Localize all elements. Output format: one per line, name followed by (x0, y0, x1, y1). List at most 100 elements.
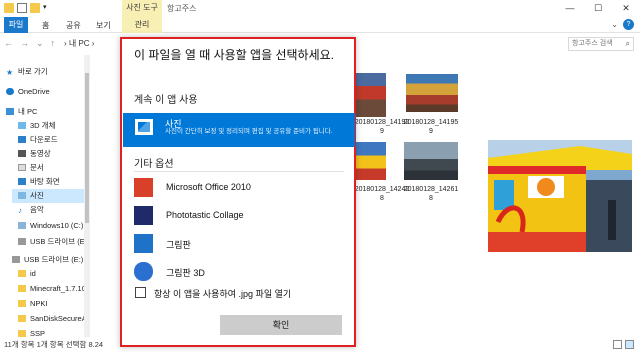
search-icon: ⌕ (625, 39, 630, 48)
thumbnail-view-icon[interactable] (625, 340, 634, 349)
app-option-office[interactable]: Microsoft Office 2010 (134, 177, 349, 197)
music-icon: ♪ (18, 206, 22, 215)
folder-icon[interactable] (30, 3, 40, 13)
search-input[interactable]: 항고주스 검색 ⌕ (568, 37, 634, 51)
drive-icon (18, 222, 26, 229)
cloud-icon (6, 88, 14, 95)
pc-icon (6, 108, 14, 115)
app-option-paint[interactable]: 그림판 (134, 233, 349, 253)
download-icon (18, 136, 26, 143)
sidebar-item-usb-1[interactable]: USB 드라이브 (E: (18, 235, 108, 249)
address-path[interactable]: › 내 PC › (64, 37, 124, 51)
dialog-title: 이 파일을 열 때 사용할 앱을 선택하세요. (134, 48, 334, 62)
folder-icon (18, 270, 26, 277)
title-bar: ▾ 사진 도구 항고주스 — ☐ ✕ (0, 0, 640, 16)
back-icon[interactable]: ← (4, 38, 13, 49)
other-options-heading: 기타 옵션 (134, 159, 174, 170)
sidebar-item-drive-c[interactable]: Windows10 (C:) (18, 219, 108, 233)
folder-icon (4, 3, 14, 13)
pictures-icon (18, 192, 26, 199)
document-icon (18, 164, 26, 171)
sidebar-item-folder-id[interactable]: id (18, 267, 108, 281)
minimize-button[interactable]: — (556, 0, 584, 16)
window-title: 항고주스 (167, 4, 197, 13)
quick-access-toolbar: ▾ (4, 3, 49, 13)
folder-icon (18, 315, 26, 322)
checkbox-box[interactable] (135, 287, 146, 298)
app-name: 그림판 3D (166, 268, 205, 278)
chevron-down-icon[interactable]: ⌄ (36, 38, 44, 49)
ribbon-tabs: 파일 홈 공유 보기 관리 ⌄ ? (0, 16, 640, 33)
keep-using-heading: 계속 이 앱 사용 (134, 95, 198, 106)
sidebar-scrollbar-thumb[interactable] (85, 73, 89, 223)
office-icon (134, 178, 153, 197)
always-use-checkbox[interactable]: 항상 이 앱을 사용하여 .jpg 파일 열기 (134, 286, 349, 300)
up-icon[interactable]: ↑ (51, 38, 56, 49)
file-label: 20180128_14261 8 (403, 186, 459, 202)
app-option-paint3d[interactable]: 그림판 3D (134, 261, 349, 281)
tab-home[interactable]: 홈 (42, 18, 49, 33)
usb-icon (18, 238, 26, 245)
maximize-button[interactable]: ☐ (584, 0, 612, 16)
nav-buttons: ← → ⌄ ↑ (4, 38, 55, 49)
help-icon[interactable]: ? (623, 19, 634, 30)
preview-photo (488, 140, 632, 252)
paint-icon (134, 234, 153, 253)
context-tab-label: 사진 도구 (122, 0, 162, 16)
sidebar-item-downloads[interactable]: 다운로드 (18, 133, 108, 147)
photos-app-icon (135, 119, 153, 135)
sidebar-item-onedrive[interactable]: OneDrive (6, 85, 96, 99)
file-label: 20180128_14195 9 (403, 119, 459, 135)
app-name: Microsoft Office 2010 (166, 182, 251, 192)
app-option-phototastic[interactable]: Phototastic Collage (134, 205, 349, 225)
window-controls: — ☐ ✕ (556, 0, 640, 16)
sidebar-item-folder-npki[interactable]: NPKI (18, 297, 108, 311)
chevron-down-icon[interactable]: ▾ (43, 3, 49, 13)
sidebar-item-3d-objects[interactable]: 3D 개체 (18, 119, 108, 133)
folder-icon (18, 285, 26, 292)
paint3d-icon (134, 262, 153, 281)
star-icon: ★ (6, 68, 14, 77)
checkmark-icon[interactable] (17, 3, 27, 13)
status-text: 11개 항목 1개 항목 선택함 8.24 (4, 340, 104, 349)
video-icon (18, 150, 26, 157)
collage-icon (134, 206, 153, 225)
app-description: 사진이 간단히 보정 및 정리되며 편집 및 공유할 준비가 됩니다. (165, 128, 333, 135)
navigation-pane: ★ 바로 가기 OneDrive 내 PC 3D 개체 다운로드 동영상 문서 바… (0, 55, 92, 338)
app-name: 그림판 (166, 240, 191, 250)
sidebar-item-this-pc[interactable]: 내 PC (6, 105, 96, 119)
app-name: Phototastic Collage (166, 210, 244, 220)
folder-icon (18, 300, 26, 307)
sidebar-item-videos[interactable]: 동영상 (18, 147, 108, 161)
tab-manage[interactable]: 관리 (122, 16, 162, 33)
sidebar-item-quick-access[interactable]: ★ 바로 가기 (6, 65, 96, 79)
file-thumbnail[interactable] (356, 73, 386, 117)
file-thumbnail[interactable] (406, 74, 458, 112)
sidebar-item-pictures[interactable]: 사진 (12, 189, 84, 203)
ribbon-expand-icon[interactable]: ⌄ (611, 20, 618, 29)
cube-icon (18, 122, 26, 129)
sidebar-item-desktop[interactable]: 바탕 화면 (18, 175, 108, 189)
checkbox-label: 항상 이 앱을 사용하여 .jpg 파일 열기 (154, 289, 292, 299)
sidebar-item-music[interactable]: ♪ 음악 (18, 203, 108, 217)
tab-view[interactable]: 보기 (96, 18, 111, 33)
tab-file[interactable]: 파일 (4, 17, 28, 33)
search-placeholder: 항고주스 검색 (572, 40, 613, 47)
forward-icon[interactable]: → (20, 38, 29, 49)
divider (134, 171, 344, 172)
usb-icon (12, 256, 20, 263)
view-switcher (613, 340, 634, 349)
sidebar-item-folder-sandisk[interactable]: SanDiskSecureA (18, 312, 108, 326)
ok-button[interactable]: 확인 (220, 315, 342, 335)
sidebar-item-folder-minecraft[interactable]: Minecraft_1.7.10 (18, 282, 108, 296)
sidebar-item-documents[interactable]: 문서 (18, 161, 108, 175)
folder-icon (18, 330, 26, 337)
file-thumbnail[interactable] (404, 142, 458, 180)
details-view-icon[interactable] (613, 340, 622, 349)
file-thumbnail[interactable] (356, 142, 386, 180)
open-with-dialog: 이 파일을 열 때 사용할 앱을 선택하세요. 계속 이 앱 사용 사진 사진이… (120, 37, 356, 347)
tab-share[interactable]: 공유 (66, 18, 81, 33)
close-button[interactable]: ✕ (612, 0, 640, 16)
app-option-photos[interactable]: 사진 사진이 간단히 보정 및 정리되며 편집 및 공유할 준비가 됩니다. (123, 113, 355, 147)
desktop-icon (18, 178, 26, 185)
